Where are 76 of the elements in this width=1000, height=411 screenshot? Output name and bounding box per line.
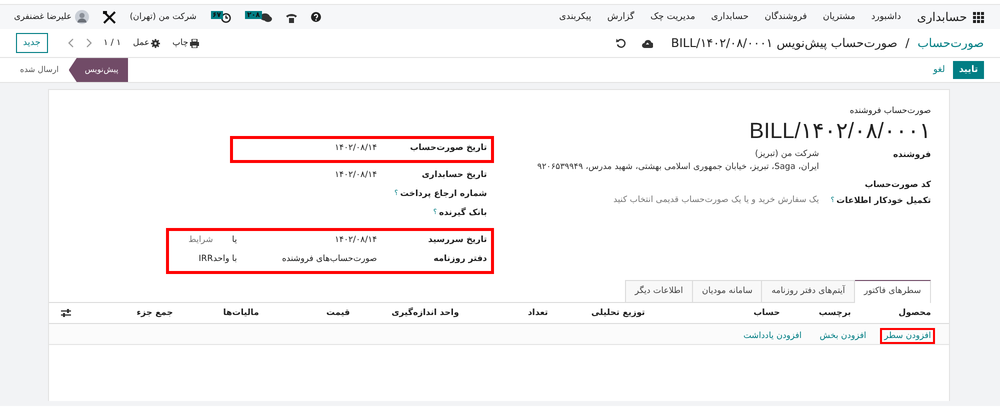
field-label: کد صورت‌حساب	[864, 180, 931, 190]
add-line-link[interactable]: افزودن یادداشت	[739, 328, 806, 344]
undo-icon[interactable]	[616, 38, 626, 48]
menu-item[interactable]: پیکربندی	[559, 12, 592, 22]
menu-item[interactable]: حسابداری	[711, 12, 749, 22]
field-value[interactable]: صورت‌حساب‌های فروشنده	[237, 254, 377, 264]
notebook-tab[interactable]: سطرهای فاکتور	[854, 280, 931, 303]
new-button[interactable]: جدید	[16, 33, 48, 53]
column-settings-icon[interactable]	[61, 309, 71, 317]
column-header[interactable]: مالیات‌ها	[187, 308, 273, 318]
column-header[interactable]: جمع جزء	[76, 308, 187, 318]
field-value[interactable]: ۱۴۰۲/۰۸/۱۴	[237, 143, 377, 153]
status-stage[interactable]: پیش‌نویس	[68, 58, 128, 82]
gear-icon[interactable]	[151, 38, 160, 48]
field-value[interactable]: ۱۴۰۲/۰۸/۱۴	[237, 235, 377, 245]
company-switcher[interactable]: شرکت من (تهران)	[130, 12, 197, 22]
field-value[interactable]: IRR	[173, 254, 213, 264]
confirm-button[interactable]: تایید	[952, 61, 984, 79]
notebook-tab[interactable]: سامانه مودیان	[692, 280, 762, 302]
user-menu[interactable]: علیرضا غضنفری	[14, 10, 89, 24]
action-button[interactable]: عمل	[132, 38, 160, 48]
terms-field[interactable]: شرایط	[173, 235, 213, 245]
field-label: فروشنده	[892, 150, 931, 162]
avatar-icon[interactable]	[74, 10, 89, 24]
autocomplete-field[interactable]: یک سفارش خرید و یا یک صورت‌حساب قدیمی انتخاب کنید	[613, 194, 819, 207]
tools-icon[interactable]	[102, 10, 116, 24]
field-label: تکمیل خودکار اطلاعات	[836, 196, 931, 207]
breadcrumb-link[interactable]: صورت‌حساب	[917, 36, 984, 50]
field-label: شماره ارجاع پرداخت	[400, 189, 487, 199]
chevron-right-icon[interactable]	[86, 38, 92, 48]
print-button[interactable]: چاپ	[172, 38, 200, 48]
address-line: ایران، Saga، تبریز، خیابان جمهوری اسلامی بهشتی، شهید مدرس، ۹۲۰۶۵۳۹۹۴۹	[537, 161, 819, 174]
record-title: صورت‌حساب پیش‌نویس BILL/۱۴۰۲/۰۸/۰۰۰۱	[671, 36, 898, 50]
field-label: تاریخ صورت‌حساب	[410, 143, 487, 153]
notebook-tab[interactable]: اطلاعات دیگر	[624, 280, 694, 302]
column-header[interactable]: برچسب	[794, 308, 865, 318]
help-tooltip[interactable]: ؟	[830, 196, 834, 207]
pager-value[interactable]: ۱ / ۱	[104, 38, 121, 48]
help-icon[interactable]	[310, 12, 321, 22]
notebook-tab[interactable]: آیتم‌های دفتر روزنامه	[761, 280, 856, 302]
document-number: BILL/۱۴۰۲/۰۸/۰۰۰۱	[748, 118, 931, 144]
breadcrumb-separator: /	[905, 36, 910, 50]
address-line: شرکت من (تبریز)	[754, 148, 819, 161]
connector-label: با واحد	[213, 253, 237, 265]
add-line-link[interactable]: افزودن بخش	[816, 328, 870, 344]
column-header[interactable]: توزیع تحلیلی	[562, 308, 659, 318]
menu-item[interactable]: گزارش	[607, 12, 634, 22]
field-label: دفتر روزنامه	[433, 254, 487, 264]
help-tooltip[interactable]: ؟	[433, 208, 437, 218]
field-label: بانک گیرنده	[438, 208, 487, 218]
phone-icon[interactable]	[286, 12, 297, 22]
menu-item[interactable]: فروشندگان	[764, 12, 807, 22]
connector-label: یا	[231, 234, 237, 246]
add-line-link[interactable]: افزودن سطر	[880, 328, 935, 344]
apps-menu-icon[interactable]	[973, 12, 984, 22]
status-stage[interactable]: ارسال شده	[10, 58, 69, 82]
column-header[interactable]: قیمت	[273, 308, 364, 318]
column-header[interactable]: تعداد	[473, 308, 562, 318]
cloud-upload-icon[interactable]	[642, 38, 654, 48]
field-label: تاریخ حسابداری	[422, 170, 487, 180]
menu-item[interactable]: داشبورد	[871, 12, 902, 22]
printer-icon[interactable]	[190, 38, 200, 48]
app-title[interactable]: حسابداری	[917, 10, 967, 24]
column-header[interactable]: واحد اندازه‌گیری	[364, 308, 473, 318]
column-header[interactable]: محصول	[865, 308, 949, 318]
field-value[interactable]: ۱۴۰۲/۰۸/۱۴	[237, 170, 377, 180]
help-tooltip[interactable]: ؟	[394, 189, 398, 199]
menu-item[interactable]: مشتریان	[822, 12, 856, 22]
document-type: صورت‌حساب فروشنده	[848, 106, 931, 116]
cancel-button[interactable]: لغو	[931, 61, 947, 79]
clock-icon[interactable]	[221, 13, 232, 23]
column-header[interactable]: حساب	[659, 308, 794, 318]
menu-item[interactable]: مدیریت چک	[650, 12, 696, 22]
user-name: علیرضا غضنفری	[14, 12, 72, 22]
chevron-left-icon[interactable]	[68, 38, 74, 48]
field-label: تاریخ سررسید	[428, 235, 487, 245]
